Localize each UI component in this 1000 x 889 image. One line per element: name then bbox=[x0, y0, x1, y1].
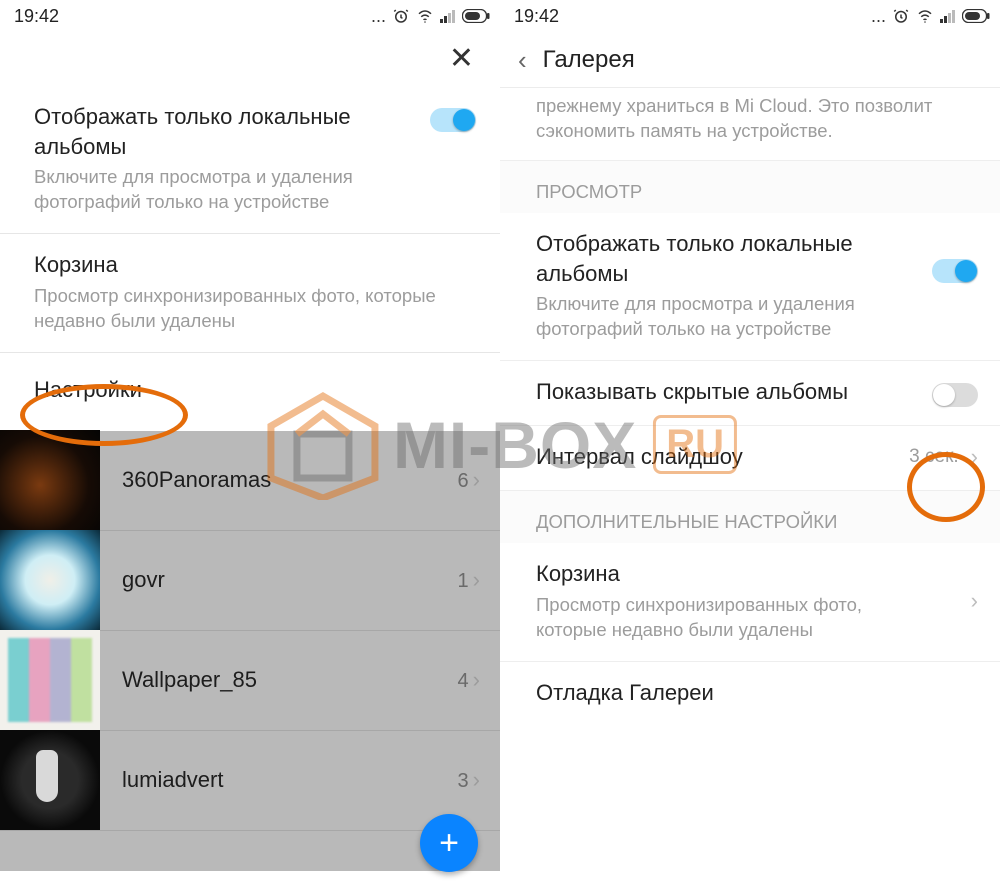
setting-hidden-albums[interactable]: Показывать скрытые альбомы bbox=[500, 361, 1000, 426]
chevron-right-icon: › bbox=[971, 444, 978, 470]
setting-subtitle: Включите для просмотра и удаления фотогр… bbox=[536, 292, 886, 342]
setting-subtitle: Просмотр синхронизированных фото, которы… bbox=[34, 284, 476, 334]
album-thumbnail bbox=[0, 630, 100, 730]
toggle-local-albums[interactable] bbox=[932, 259, 978, 283]
album-name: Wallpaper_85 bbox=[122, 667, 257, 693]
alarm-icon bbox=[892, 7, 910, 25]
battery-icon bbox=[462, 9, 490, 23]
setting-title: Корзина bbox=[536, 559, 916, 589]
overlay-header: ✕ bbox=[0, 32, 500, 86]
chevron-right-icon: › bbox=[473, 767, 480, 792]
setting-title: Отладка Галереи bbox=[536, 678, 978, 708]
signal-icon bbox=[940, 9, 956, 23]
settings-overlay: ✕ Отображать только локальные альбомы Вк… bbox=[0, 32, 500, 431]
album-thumbnail bbox=[0, 730, 100, 830]
setting-local-albums[interactable]: Отображать только локальные альбомы Вклю… bbox=[0, 86, 500, 234]
wifi-icon bbox=[416, 7, 434, 25]
wifi-icon bbox=[916, 7, 934, 25]
status-right: ... bbox=[371, 6, 490, 27]
settings-label: Настройки bbox=[34, 375, 476, 405]
setting-title: Отображать только локальные альбомы bbox=[34, 102, 384, 161]
fab-add[interactable]: + bbox=[420, 814, 478, 872]
section-view: ПРОСМОТР bbox=[500, 161, 1000, 213]
alarm-icon bbox=[392, 7, 410, 25]
battery-icon bbox=[962, 9, 990, 23]
close-icon[interactable]: ✕ bbox=[449, 44, 474, 74]
album-count: 3 bbox=[458, 770, 469, 792]
setting-title: Интервал слайдшоу bbox=[536, 442, 743, 472]
album-count: 4 bbox=[458, 670, 469, 692]
setting-local-albums[interactable]: Отображать только локальные альбомы Вклю… bbox=[500, 213, 1000, 361]
section-extra: ДОПОЛНИТЕЛЬНЫЕ НАСТРОЙКИ bbox=[500, 491, 1000, 543]
list-item[interactable]: govr 1› bbox=[0, 531, 500, 631]
phone-left: 19:42 ... ✕ Отображать только локальные … bbox=[0, 0, 500, 889]
page-title: Галерея bbox=[543, 46, 635, 74]
status-right: ... bbox=[871, 6, 990, 27]
signal-icon bbox=[440, 9, 456, 23]
album-name: 360Panoramas bbox=[122, 467, 271, 493]
list-item[interactable]: lumiadvert 3› bbox=[0, 731, 500, 831]
phone-right: 19:42 ... ‹ Галерея прежнему храниться в… bbox=[500, 0, 1000, 889]
album-list: 360Panoramas 6› govr 1› Wallpaper_85 4› bbox=[0, 431, 500, 871]
nav-header: ‹ Галерея bbox=[500, 32, 1000, 88]
cloud-description-tail: прежнему храниться в Mi Cloud. Это позво… bbox=[500, 88, 1000, 161]
setting-trash[interactable]: Корзина Просмотр синхронизированных фото… bbox=[0, 234, 500, 353]
status-dots: ... bbox=[371, 6, 386, 27]
setting-debug-gallery[interactable]: Отладка Галереи bbox=[500, 662, 1000, 726]
album-count: 1 bbox=[458, 570, 469, 592]
chevron-right-icon: › bbox=[473, 467, 480, 492]
album-name: lumiadvert bbox=[122, 767, 223, 793]
plus-icon: + bbox=[439, 824, 459, 863]
chevron-right-icon: › bbox=[473, 667, 480, 692]
setting-trash[interactable]: Корзина Просмотр синхронизированных фото… bbox=[500, 543, 1000, 662]
list-item[interactable]: Wallpaper_85 4› bbox=[0, 631, 500, 731]
album-thumbnail bbox=[0, 530, 100, 630]
list-item[interactable]: 360Panoramas 6› bbox=[0, 431, 500, 531]
setting-subtitle: Просмотр синхронизированных фото, которы… bbox=[536, 593, 916, 643]
album-count: 6 bbox=[458, 470, 469, 492]
status-dots: ... bbox=[871, 6, 886, 27]
album-thumbnail bbox=[0, 430, 100, 530]
chevron-right-icon: › bbox=[473, 567, 480, 592]
status-bar: 19:42 ... bbox=[0, 0, 500, 32]
setting-slideshow-interval[interactable]: Интервал слайдшоу 3 сек. › bbox=[500, 426, 1000, 491]
toggle-local-albums[interactable] bbox=[430, 108, 476, 132]
setting-title: Корзина bbox=[34, 250, 476, 280]
setting-subtitle: Включите для просмотра и удаления фотогр… bbox=[34, 165, 384, 215]
setting-title: Отображать только локальные альбомы bbox=[536, 229, 886, 288]
status-time: 19:42 bbox=[14, 6, 59, 27]
chevron-right-icon: › bbox=[971, 588, 978, 614]
back-icon[interactable]: ‹ bbox=[518, 47, 527, 73]
slideshow-value: 3 сек. bbox=[909, 446, 959, 468]
status-time: 19:42 bbox=[514, 6, 559, 27]
status-bar: 19:42 ... bbox=[500, 0, 1000, 32]
setting-settings[interactable]: Настройки bbox=[0, 353, 500, 431]
toggle-hidden-albums[interactable] bbox=[932, 383, 978, 407]
album-name: govr bbox=[122, 567, 165, 593]
setting-title: Показывать скрытые альбомы bbox=[536, 377, 848, 407]
